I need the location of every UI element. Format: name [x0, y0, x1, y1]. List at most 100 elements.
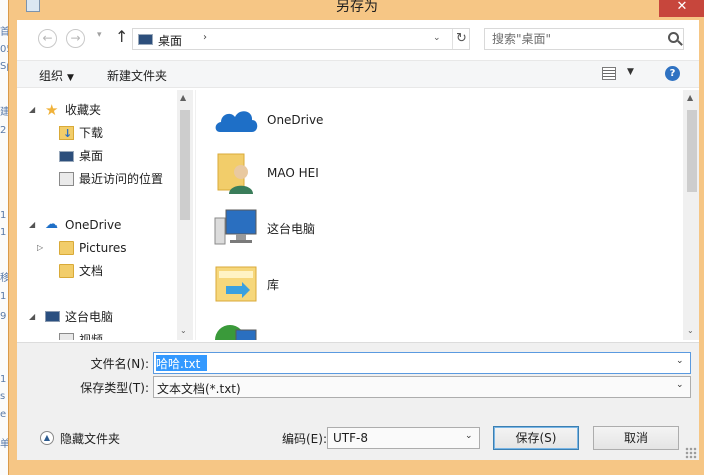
- navigation-pane-scrollbar[interactable]: ▲ ⌄: [177, 90, 193, 340]
- file-item-label: 库: [267, 278, 280, 292]
- recent-locations-dropdown[interactable]: ▾: [97, 30, 102, 40]
- forward-button[interactable]: →: [66, 29, 85, 48]
- collapse-icon: ▲: [40, 431, 54, 445]
- bg-glyph: 1: [0, 291, 7, 302]
- desktop-icon: [138, 34, 153, 45]
- tree-item-label: OneDrive: [65, 218, 122, 232]
- caret-down-icon: ▼: [67, 73, 74, 83]
- bg-glyph: 1: [0, 227, 7, 238]
- scroll-up-icon[interactable]: ▲: [180, 93, 186, 102]
- hide-folders-button[interactable]: ▲ 隐藏文件夹: [40, 428, 135, 448]
- dialog-title: 另存为: [336, 0, 378, 15]
- breadcrumb-chevron-icon[interactable]: ›: [203, 32, 207, 43]
- library-icon: [215, 266, 257, 302]
- filename-label: 文件名(N):: [90, 357, 149, 371]
- encoding-label: 编码(E):: [282, 432, 327, 446]
- tree-item-videos[interactable]: 视频: [37, 330, 174, 340]
- address-bar[interactable]: 桌面 › ⌄ ↻: [132, 28, 470, 50]
- file-list-scrollbar[interactable]: ▲ ⌄: [683, 90, 699, 340]
- organize-menu[interactable]: 组织 ▼: [39, 67, 74, 84]
- folder-icon: [59, 264, 74, 278]
- tree-item-label: 桌面: [79, 149, 104, 163]
- file-item-onedrive[interactable]: OneDrive: [196, 95, 666, 145]
- chevron-down-icon[interactable]: ⌄: [676, 356, 684, 366]
- user-folder-icon: [217, 153, 253, 194]
- chevron-down-icon[interactable]: ⌄: [676, 380, 684, 390]
- tree-item-recent-places[interactable]: 最近访问的位置: [29, 169, 174, 189]
- video-icon: [59, 333, 74, 340]
- up-one-level-button[interactable]: ↑: [115, 28, 128, 46]
- save-button[interactable]: 保存(S): [493, 426, 579, 450]
- filetype-select[interactable]: 文本文档(*.txt) ⌄: [153, 376, 691, 398]
- address-dropdown-icon[interactable]: ⌄: [433, 33, 441, 43]
- refresh-icon[interactable]: ↻: [452, 29, 470, 49]
- filename-combobox[interactable]: ⌄: [153, 352, 691, 374]
- file-item-label: OneDrive: [267, 113, 324, 127]
- onedrive-icon: [215, 111, 258, 132]
- tree-item-label: 这台电脑: [65, 310, 114, 324]
- navigation-pane: ◢ ★ 收藏夹 下载 桌面 最近访问的位置 ◢ ☁ OneDrive: [17, 90, 193, 340]
- tree-item-label: 视频: [79, 333, 104, 340]
- encoding-value: UTF-8: [333, 431, 368, 445]
- scrollbar-thumb[interactable]: [687, 110, 697, 192]
- star-icon: ★: [45, 101, 59, 119]
- encoding-select[interactable]: UTF-8 ⌄: [327, 427, 480, 449]
- command-toolbar: 组织 ▼ 新建文件夹 ▼ ?: [17, 60, 699, 88]
- tree-item-desktop[interactable]: 桌面: [29, 146, 174, 166]
- resize-grip[interactable]: [685, 447, 697, 459]
- tree-item-label: Pictures: [79, 241, 127, 255]
- expand-arrow-icon[interactable]: ◢: [29, 215, 39, 235]
- tree-item-favorites[interactable]: ◢ ★ 收藏夹: [29, 100, 174, 120]
- downloads-folder-icon: [59, 124, 74, 144]
- onedrive-cloud-icon: ☁: [45, 217, 58, 232]
- title-bar[interactable]: 另存为 ✕: [9, 0, 704, 17]
- file-item-this-pc[interactable]: 这台电脑: [196, 204, 666, 254]
- expand-arrow-icon[interactable]: ◢: [29, 307, 39, 327]
- computer-icon: [214, 209, 257, 245]
- save-options-panel: 文件名(N): ⌄ 保存类型(T): 文本文档(*.txt) ⌄ ▲ 隐藏文件夹…: [17, 342, 699, 460]
- tree-item-downloads[interactable]: 下载: [29, 123, 174, 144]
- expand-arrow-icon[interactable]: ▷: [37, 238, 47, 258]
- file-item-network[interactable]: [196, 316, 666, 340]
- tree-item-pictures[interactable]: ▷ Pictures: [37, 238, 174, 258]
- bg-glyph: s: [0, 391, 6, 402]
- help-icon[interactable]: ?: [665, 66, 680, 81]
- file-item-user-folder[interactable]: MAO HEI: [196, 148, 666, 198]
- cancel-button[interactable]: 取消: [593, 426, 679, 450]
- bg-glyph: 9: [0, 311, 7, 322]
- desktop-icon: [59, 151, 74, 162]
- scrollbar-thumb[interactable]: [180, 110, 190, 220]
- view-options-dropdown[interactable]: ▼: [627, 67, 634, 77]
- tree-item-label: 收藏夹: [65, 103, 102, 117]
- change-view-icon[interactable]: [602, 67, 616, 80]
- bg-glyph: 1: [0, 210, 7, 221]
- search-box[interactable]: [484, 28, 684, 50]
- search-input[interactable]: [485, 29, 663, 49]
- tree-item-documents[interactable]: 文档: [37, 261, 174, 281]
- network-icon: [215, 325, 257, 340]
- bg-glyph: e: [0, 409, 7, 420]
- tree-item-label: 最近访问的位置: [79, 172, 164, 186]
- tree-item-onedrive[interactable]: ◢ ☁ OneDrive: [29, 215, 174, 235]
- file-list: OneDrive MAO HEI 这台电脑 库 ▲ ⌄: [195, 90, 699, 340]
- address-location[interactable]: 桌面: [158, 32, 182, 49]
- tree-item-this-pc[interactable]: ◢ 这台电脑: [29, 307, 174, 327]
- scroll-down-icon[interactable]: ⌄: [180, 326, 187, 335]
- navigation-bar: ← → ▾ ↑ 桌面 › ⌄ ↻: [17, 20, 699, 56]
- file-item-label: MAO HEI: [267, 166, 319, 180]
- filename-input[interactable]: [156, 354, 666, 372]
- scroll-up-icon[interactable]: ▲: [687, 93, 693, 102]
- chevron-down-icon[interactable]: ⌄: [465, 431, 473, 441]
- recent-places-icon: [59, 172, 74, 186]
- save-as-dialog: 另存为 ✕ ← → ▾ ↑ 桌面 › ⌄ ↻ 组织▼: [8, 0, 704, 475]
- file-item-libraries[interactable]: 库: [196, 260, 666, 310]
- search-icon[interactable]: [668, 32, 679, 43]
- hide-folders-label: 隐藏文件夹: [60, 432, 121, 446]
- close-button[interactable]: ✕: [659, 0, 704, 17]
- scroll-down-icon[interactable]: ⌄: [687, 326, 694, 335]
- back-button[interactable]: ←: [38, 29, 57, 48]
- dialog-client-area: ← → ▾ ↑ 桌面 › ⌄ ↻ 组织▼ 新建文件夹 ▼ ?: [17, 20, 699, 460]
- new-folder-button[interactable]: 新建文件夹: [107, 67, 167, 84]
- expand-arrow-icon[interactable]: ◢: [29, 100, 39, 120]
- bg-glyph: 1: [0, 374, 7, 385]
